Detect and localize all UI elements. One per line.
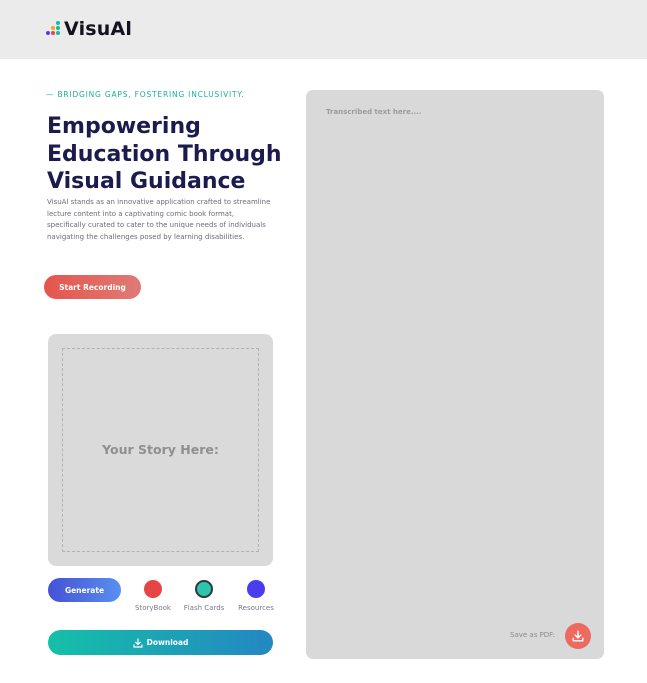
story-panel: Your Story Here: — [48, 334, 273, 566]
transcript-panel[interactable]: Transcribed text here.... Save as PDF: — [306, 90, 604, 659]
transcript-placeholder: Transcribed text here.... — [326, 108, 422, 116]
download-icon — [132, 637, 143, 648]
story-placeholder: Your Story Here: — [102, 442, 219, 457]
page-headline: Empowering Education Through Visual Guid… — [47, 113, 292, 196]
generate-button[interactable]: Generate — [48, 578, 121, 602]
start-recording-button[interactable]: Start Recording — [44, 275, 141, 299]
option-storybook[interactable]: StoryBook — [128, 580, 178, 612]
option-label: StoryBook — [135, 604, 171, 612]
brand-logo[interactable]: VisuAl — [46, 18, 132, 40]
option-resources[interactable]: Resources — [231, 580, 281, 612]
headline-line: Education Through — [47, 141, 282, 167]
headline-line: Visual Guidance — [47, 169, 246, 194]
logo-dots-icon — [46, 21, 62, 37]
download-icon — [572, 630, 584, 642]
storybook-radio[interactable] — [144, 580, 162, 598]
brand-name: VisuAl — [64, 18, 133, 40]
hero-description: VisuAl stands as an innovative applicati… — [47, 198, 271, 241]
tagline: — BRIDGING GAPS, FOSTERING INCLUSIVITY. — [46, 90, 245, 99]
headline-line: Empowering — [47, 114, 201, 139]
option-flash-cards[interactable]: Flash Cards — [179, 580, 229, 612]
save-pdf-label: Save as PDF: — [510, 631, 556, 639]
download-label: Download — [146, 638, 189, 647]
top-bar: VisuAl — [0, 0, 647, 59]
save-pdf-button[interactable] — [565, 623, 591, 649]
resources-radio[interactable] — [247, 580, 265, 598]
flash-cards-radio[interactable] — [195, 580, 213, 598]
option-label: Flash Cards — [183, 604, 225, 612]
option-label: Resources — [238, 604, 274, 612]
download-button[interactable]: Download — [48, 630, 273, 655]
